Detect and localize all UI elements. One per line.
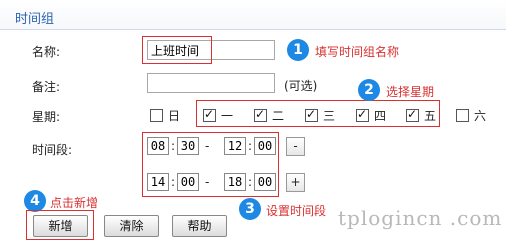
annotation-badge-2: 2	[358, 79, 380, 101]
range1-start-hour[interactable]: 08	[147, 137, 169, 155]
name-label: 名称:	[32, 45, 61, 59]
weekday-thu-checkbox[interactable]	[356, 107, 369, 122]
weekday-sat-checkbox[interactable]	[456, 109, 469, 122]
weekday-wed-label: 三	[323, 109, 336, 123]
annotation-badge-4: 4	[24, 190, 46, 212]
weekday-sat[interactable]: 六	[456, 107, 486, 124]
time-range-label: 时间段:	[32, 143, 73, 157]
annotation-text-4: 点击新增	[50, 196, 99, 210]
add-range-button[interactable]: +	[286, 173, 305, 192]
help-button[interactable]: 帮助	[172, 215, 227, 237]
note-label: 备注:	[32, 80, 61, 94]
weekday-fri[interactable]: 五	[406, 107, 436, 124]
range1-start-colon: :	[171, 139, 176, 153]
annotation-badge-1: 1	[287, 39, 309, 61]
weekday-wed-checkbox[interactable]	[305, 107, 318, 122]
weekday-tue-label: 二	[272, 109, 285, 123]
range2-end-minute[interactable]: 00	[254, 173, 276, 191]
remove-range-button[interactable]: -	[286, 137, 305, 156]
range1-start-minute[interactable]: 30	[177, 137, 199, 155]
section-header: 时间组	[0, 0, 506, 30]
range1-end-hour[interactable]: 12	[224, 137, 246, 155]
watermark-text: tplogincn .com	[338, 206, 503, 230]
range2-end-colon: :	[248, 175, 253, 189]
note-input[interactable]	[147, 73, 275, 93]
note-optional-hint: (可选)	[284, 79, 318, 93]
annotation-text-2: 选择星期	[386, 85, 435, 99]
weekday-mon[interactable]: 一	[203, 107, 233, 124]
range2-start-hour[interactable]: 14	[147, 173, 169, 191]
annotation-text-3: 设置时间段	[266, 204, 327, 218]
weekday-fri-checkbox[interactable]	[406, 107, 419, 122]
annotation-badge-3: 3	[239, 198, 261, 220]
range1-end-colon: :	[248, 139, 253, 153]
weekday-mon-label: 一	[221, 109, 234, 123]
weekday-wed[interactable]: 三	[305, 107, 335, 124]
weekday-sat-label: 六	[474, 109, 487, 123]
section-title: 时间组	[15, 12, 55, 27]
range2-end-hour[interactable]: 18	[224, 173, 246, 191]
weekday-sun-checkbox[interactable]	[150, 109, 163, 122]
range2-start-minute[interactable]: 00	[177, 173, 199, 191]
clear-button[interactable]: 清除	[104, 215, 159, 237]
name-highlight-box	[142, 36, 212, 64]
range2-start-colon: :	[171, 175, 176, 189]
weekday-thu-label: 四	[374, 109, 387, 123]
weekday-thu[interactable]: 四	[356, 107, 386, 124]
weekday-sun-label: 日	[168, 109, 181, 123]
weekday-tue[interactable]: 二	[254, 107, 284, 124]
weekday-mon-checkbox[interactable]	[203, 107, 216, 122]
weekday-tue-checkbox[interactable]	[254, 107, 267, 122]
range1-end-minute[interactable]: 00	[254, 137, 276, 155]
weekday-sun[interactable]: 日	[150, 107, 180, 124]
add-button[interactable]: 新增	[33, 215, 88, 237]
range1-dash: -	[205, 139, 210, 153]
weekday-fri-label: 五	[424, 109, 437, 123]
annotation-text-1: 填写时间组名称	[315, 45, 400, 59]
week-label: 星期:	[32, 110, 61, 124]
range2-dash: -	[205, 175, 210, 189]
